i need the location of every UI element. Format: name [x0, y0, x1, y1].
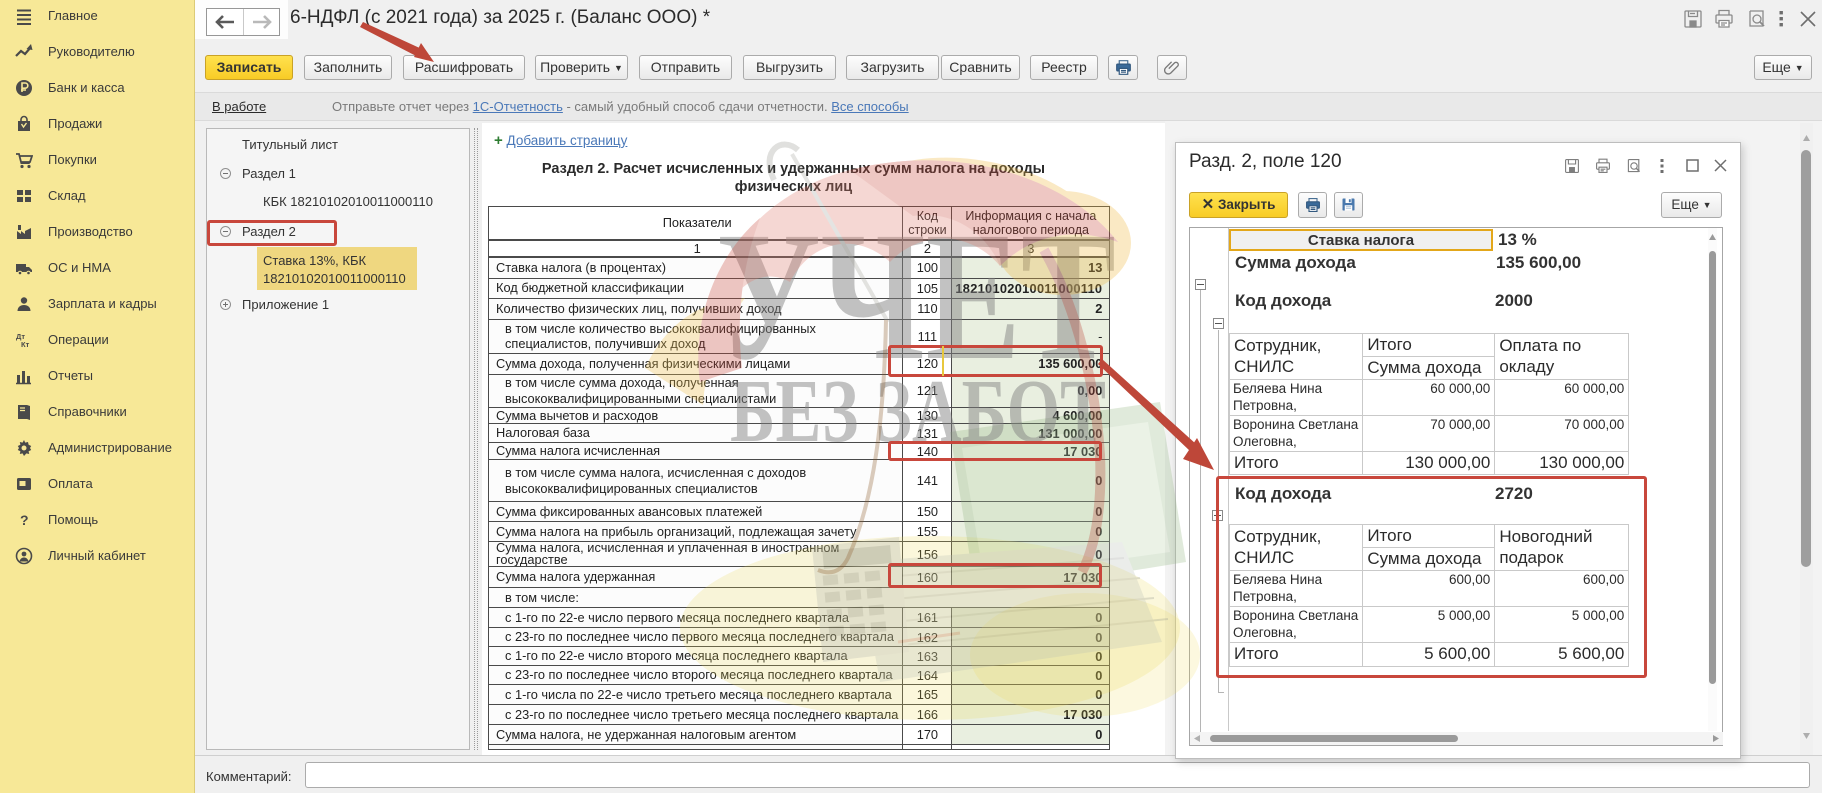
- svg-text:?: ?: [20, 512, 29, 528]
- svg-text:Кт: Кт: [21, 340, 30, 349]
